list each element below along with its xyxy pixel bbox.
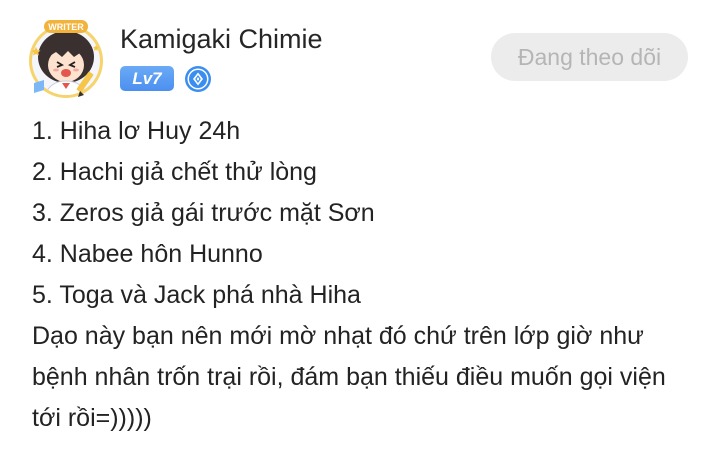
avatar-badge-label: WRITER	[48, 22, 84, 32]
post-paragraph: Dạo này bạn nên mới mờ nhạt đó chứ trên …	[32, 322, 666, 432]
list-item: 2. Hachi giả chết thử lòng	[32, 158, 317, 186]
post-card: WRITER Kamigaki Chimie Lv7 Đang theo dõi…	[0, 0, 719, 456]
level-badge: Lv7	[120, 66, 174, 91]
verified-diamond-icon	[185, 66, 211, 92]
list-item: 5. Toga và Jack phá nhà Hiha	[32, 281, 361, 309]
post-content: 1. Hiha lơ Huy 24h 2. Hachi giả chết thử…	[32, 111, 712, 439]
author-avatar[interactable]: WRITER	[24, 17, 108, 99]
following-button[interactable]: Đang theo dõi	[491, 33, 688, 81]
list-item: 3. Zeros giả gái trước mặt Sơn	[32, 199, 375, 227]
author-name[interactable]: Kamigaki Chimie	[120, 21, 323, 57]
list-item: 4. Nabee hôn Hunno	[32, 240, 263, 268]
list-item: 1. Hiha lơ Huy 24h	[32, 117, 241, 145]
post-list: 1. Hiha lơ Huy 24h 2. Hachi giả chết thử…	[32, 111, 712, 316]
